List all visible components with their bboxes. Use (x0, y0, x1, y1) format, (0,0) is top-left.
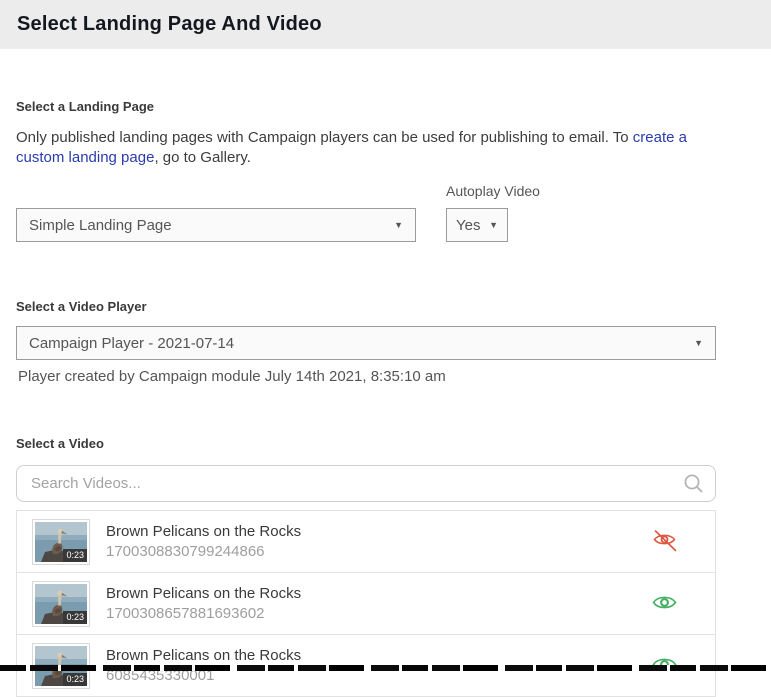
visibility-toggle-button[interactable] (650, 529, 678, 555)
video-row[interactable]: 0:23 Brown Pelicans on the Rocks 1700308… (17, 573, 715, 635)
video-title: Brown Pelicans on the Rocks (106, 523, 650, 541)
video-meta: Brown Pelicans on the Rocks 170030865788… (106, 585, 650, 623)
video-id: 1700308657881693602 (106, 605, 650, 623)
video-thumbnail: 0:23 (32, 519, 90, 565)
autoplay-select-value: Yes (456, 217, 480, 234)
video-id: 1700308830799244866 (106, 543, 650, 561)
description-text-after-link: , go to Gallery. (154, 149, 250, 166)
video-row[interactable]: 0:23 Brown Pelicans on the Rocks 1700308… (17, 511, 715, 573)
video-player-select[interactable]: Campaign Player - 2021-07-14 ▼ (16, 326, 716, 360)
video-title: Brown Pelicans on the Rocks (106, 647, 650, 665)
chevron-down-icon: ▼ (394, 220, 403, 230)
description-text-before-link: Only published landing pages with Campai… (16, 129, 633, 146)
video-duration-badge: 0:23 (63, 549, 87, 562)
landing-page-controls: Simple Landing Page ▼ Autoplay Video Yes… (16, 183, 755, 242)
glitch-artifact-strip (0, 665, 771, 671)
landing-page-select-value: Simple Landing Page (29, 217, 172, 234)
video-title: Brown Pelicans on the Rocks (106, 585, 650, 603)
video-duration-badge: 0:23 (63, 673, 87, 686)
autoplay-video-select[interactable]: Yes ▼ (446, 208, 508, 242)
search-icon (682, 472, 705, 495)
landing-page-select[interactable]: Simple Landing Page ▼ (16, 208, 416, 242)
landing-page-heading: Select a Landing Page (16, 99, 755, 114)
video-search (16, 465, 716, 502)
landing-page-description: Only published landing pages with Campai… (16, 128, 716, 168)
main-content: Select a Landing Page Only published lan… (0, 99, 771, 697)
chevron-down-icon: ▼ (694, 338, 703, 348)
page-title: Select Landing Page And Video (17, 13, 322, 36)
video-search-input[interactable] (16, 465, 716, 502)
autoplay-video-label: Autoplay Video (446, 183, 540, 199)
player-helper-text: Player created by Campaign module July 1… (16, 368, 755, 385)
video-player-heading: Select a Video Player (16, 299, 755, 314)
video-thumbnail: 0:23 (32, 581, 90, 627)
video-player-select-value: Campaign Player - 2021-07-14 (29, 335, 234, 352)
page-header: Select Landing Page And Video (0, 0, 771, 49)
video-duration-badge: 0:23 (63, 611, 87, 624)
visibility-toggle-button[interactable] (650, 592, 678, 616)
chevron-down-icon: ▼ (489, 220, 498, 230)
select-video-heading: Select a Video (16, 436, 755, 451)
eye-icon (651, 592, 678, 616)
autoplay-group: Autoplay Video Yes ▼ (446, 183, 540, 242)
eye-off-icon (651, 529, 678, 555)
video-meta: Brown Pelicans on the Rocks 170030883079… (106, 523, 650, 561)
